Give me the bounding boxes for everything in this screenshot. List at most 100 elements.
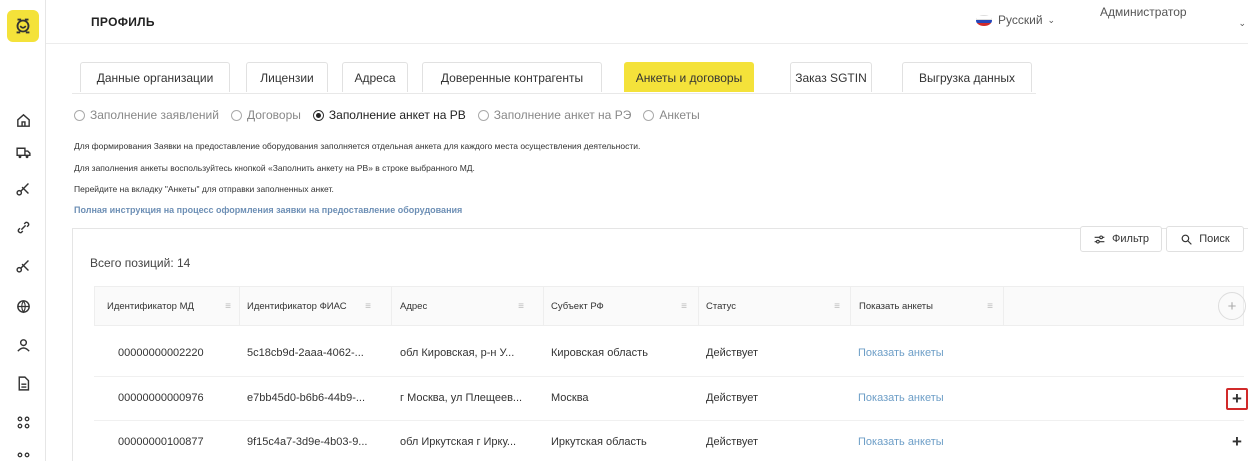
globe-icon[interactable]: [11, 294, 35, 318]
fias-id-cell: 5c18cb9d-2aaa-4062-...: [247, 347, 364, 359]
column-header-address[interactable]: Адрес ≡: [400, 287, 530, 325]
link-icon[interactable]: [11, 215, 35, 239]
truck-icon[interactable]: [11, 140, 35, 164]
subject-cell: Кировская область: [551, 347, 648, 359]
chevron-down-icon[interactable]: ⌄: [1238, 18, 1246, 29]
radio-dot: [643, 109, 655, 121]
sort-icon: ≡: [834, 300, 840, 312]
address-cell: обл Кировская, р-н У...: [400, 347, 515, 359]
info-text: Для формирования Заявки на предоставлени…: [74, 141, 641, 151]
tab-label: Выгрузка данных: [918, 70, 1016, 85]
user-icon[interactable]: [11, 333, 35, 357]
logo[interactable]: [7, 10, 39, 42]
column-header-subject[interactable]: Субъект РФ ≡: [551, 287, 693, 325]
column-label: Идентификатор ФИАС: [247, 300, 347, 312]
radio-questionnaires[interactable]: Анкеты: [643, 108, 700, 122]
tab-label: Анкеты и договоры: [635, 70, 743, 85]
scissors-icon[interactable]: [11, 176, 35, 200]
column-label: Адрес: [400, 300, 428, 312]
table-card: [72, 228, 1248, 461]
tabs: Данные организации Лицензии Адреса Довер…: [72, 62, 1036, 94]
sort-icon: ≡: [681, 300, 687, 312]
chevron-down-icon: ⌄: [1047, 14, 1056, 25]
tab-label: Адреса: [354, 70, 396, 85]
tab-trusted-contractors[interactable]: Доверенные контрагенты: [422, 62, 602, 92]
radio-label: Анкеты: [659, 108, 700, 122]
tab-licenses[interactable]: Лицензии: [246, 62, 328, 92]
sort-icon: ≡: [987, 300, 993, 312]
filter-label: Фильтр: [1112, 233, 1149, 245]
tab-organization-data[interactable]: Данные организации: [80, 62, 230, 92]
radio-contracts[interactable]: Договоры: [230, 108, 301, 122]
row-divider: [94, 376, 1244, 377]
radio-label: Заполнение анкет на РЭ: [493, 108, 632, 122]
radio-label: Заполнение заявлений: [90, 108, 219, 122]
column-header-show-forms[interactable]: Показать анкеты ≡: [859, 287, 999, 325]
show-forms-link[interactable]: Показать анкеты: [858, 392, 944, 404]
status-cell: Действует: [706, 347, 759, 359]
document-icon[interactable]: [11, 371, 35, 395]
logo-icon: [16, 18, 30, 34]
address-cell: обл Иркутская г Ирку...: [400, 436, 517, 448]
fias-id-cell: e7bb45d0-b6b6-44b9-...: [247, 392, 366, 404]
tab-data-export[interactable]: Выгрузка данных: [902, 62, 1032, 92]
tab-label: Данные организации: [96, 70, 214, 85]
md-id-cell: 00000000000976: [118, 392, 204, 404]
radio-rv-forms[interactable]: Заполнение анкет на РВ: [312, 108, 466, 122]
filter-button[interactable]: Фильтр: [1080, 226, 1162, 252]
sort-icon: ≡: [365, 300, 371, 312]
grid-icon-2[interactable]: [11, 446, 35, 461]
user-name: Администратор: [1100, 5, 1187, 19]
radio-applications[interactable]: Заполнение заявлений: [74, 108, 219, 122]
fill-form-plus-button[interactable]: +: [1226, 431, 1248, 453]
table-header: Идентификатор МД ≡ Идентификатор ФИАС ≡ Ад…: [94, 286, 1244, 326]
search-label: Поиск: [1199, 233, 1230, 245]
status-cell: Действует: [706, 392, 759, 404]
show-forms-link[interactable]: Показать анкеты: [858, 436, 944, 448]
column-label: Показать анкеты: [859, 300, 933, 312]
sort-icon: ≡: [225, 300, 231, 312]
radio-re-forms[interactable]: Заполнение анкет на РЭ: [477, 108, 632, 122]
address-cell: г Москва, ул Плещеев...: [400, 392, 523, 404]
language-selector[interactable]: Русский ⌄: [976, 13, 1055, 27]
page-title: ПРОФИЛЬ: [91, 15, 155, 29]
status-cell: Действует: [706, 436, 759, 448]
radio-dot: [74, 109, 85, 121]
tab-sgtin-order[interactable]: Заказ SGTIN: [790, 62, 872, 92]
radio-label: Договоры: [246, 108, 301, 122]
column-header-fias-id[interactable]: Идентификатор ФИАС ≡: [247, 287, 377, 325]
language-label: Русский: [998, 13, 1043, 27]
sort-icon: ≡: [518, 300, 524, 312]
user-menu[interactable]: Администратор: [1100, 5, 1187, 19]
md-id-cell: 00000000002220: [118, 347, 204, 359]
header: ПРОФИЛЬ Русский ⌄ Администратор ⌄: [46, 0, 1248, 44]
tab-questionnaires-contracts[interactable]: Анкеты и договоры: [624, 62, 754, 92]
column-header-md-id[interactable]: Идентификатор МД ≡: [107, 287, 237, 325]
column-label: Идентификатор МД: [107, 300, 194, 312]
search-button[interactable]: Поиск: [1166, 226, 1244, 252]
fias-id-cell: 9f15c4a7-3d9e-4b03-9...: [247, 436, 368, 448]
column-header-status[interactable]: Статус ≡: [706, 287, 846, 325]
total-count: Всего позиций: 14: [90, 256, 191, 270]
scissors-alt-icon[interactable]: [11, 253, 35, 277]
grid-icon[interactable]: [11, 410, 35, 434]
sidebar: [0, 0, 46, 461]
home-icon[interactable]: [11, 108, 35, 132]
add-column-button[interactable]: +: [1218, 292, 1246, 320]
filter-icon: [1094, 234, 1105, 244]
tab-label: Доверенные контрагенты: [440, 70, 584, 85]
tab-label: Лицензии: [260, 70, 314, 85]
tab-addresses[interactable]: Адреса: [342, 62, 408, 92]
subject-cell: Москва: [551, 392, 589, 404]
subject-cell: Иркутская область: [551, 436, 647, 448]
md-id-cell: 00000000100877: [118, 436, 204, 448]
radio-group: Заполнение заявлений Договоры Заполнение…: [74, 108, 712, 122]
info-text: Для заполнения анкеты воспользуйтесь кно…: [74, 163, 475, 173]
fill-form-plus-button[interactable]: +: [1226, 388, 1248, 410]
row-divider: [94, 420, 1244, 421]
radio-dot: [477, 109, 489, 121]
instruction-link[interactable]: Полная инструкция на процесс оформления …: [74, 205, 462, 215]
show-forms-link[interactable]: Показать анкеты: [858, 347, 944, 359]
radio-dot: [312, 109, 324, 121]
tab-label: Заказ SGTIN: [795, 70, 867, 85]
